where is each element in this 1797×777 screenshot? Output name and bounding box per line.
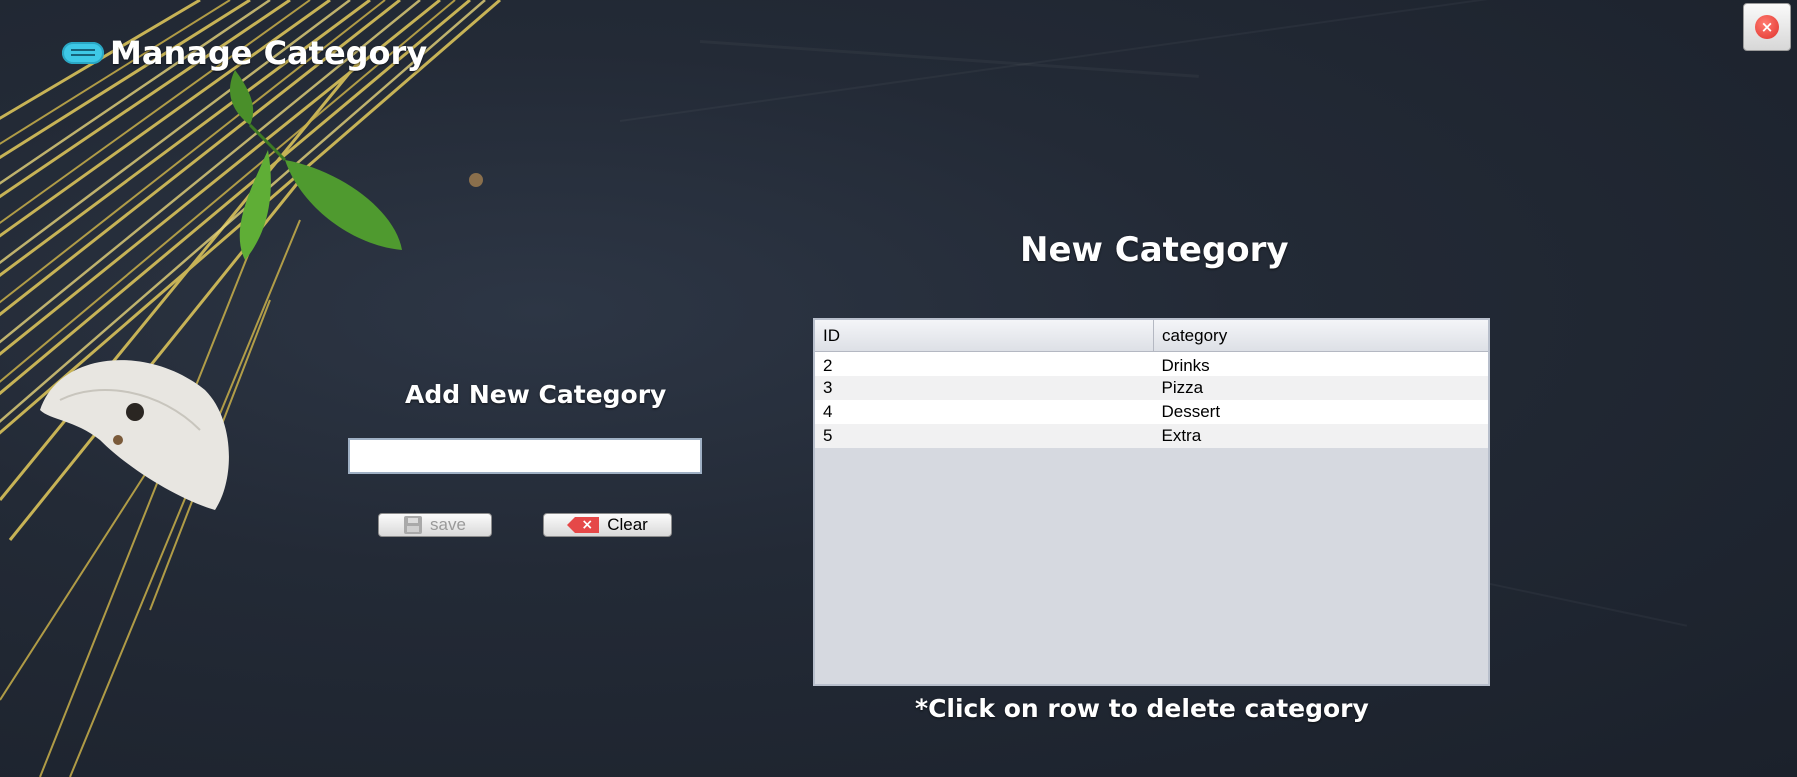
table-cell-category: Drinks	[1153, 351, 1488, 376]
message-bubble-icon	[62, 42, 104, 64]
clear-button[interactable]: Clear	[543, 513, 672, 537]
close-button[interactable]: ×	[1743, 3, 1791, 51]
table-header-row: ID category	[815, 320, 1488, 352]
delete-hint-text: *Click on row to delete category	[915, 694, 1369, 723]
table-cell-category: Extra	[1153, 424, 1488, 448]
save-button[interactable]: save	[378, 513, 492, 537]
table-row[interactable]: 4 Dessert	[815, 400, 1488, 424]
table-cell-category: Pizza	[1153, 376, 1488, 400]
table-cell-category: Dessert	[1153, 400, 1488, 424]
floppy-disk-icon	[404, 516, 423, 534]
window-title-text: Manage Category	[110, 34, 428, 72]
table-cell-id: 2	[815, 351, 1154, 376]
close-circle-icon: ×	[1755, 15, 1779, 39]
background-texture	[619, 0, 1512, 122]
table-row[interactable]: 3 Pizza	[815, 376, 1488, 400]
category-table: ID category 2 Drinks 3 Pizza 4 Dessert 5…	[815, 320, 1488, 448]
background-texture	[699, 40, 1199, 78]
column-header-id[interactable]: ID	[815, 320, 1154, 352]
column-header-category[interactable]: category	[1153, 320, 1488, 352]
category-name-input[interactable]	[348, 438, 702, 474]
table-row[interactable]: 5 Extra	[815, 424, 1488, 448]
add-category-heading: Add New Category	[405, 380, 667, 409]
table-cell-id: 3	[815, 376, 1154, 400]
window-title: Manage Category	[62, 34, 427, 72]
table-cell-id: 5	[815, 424, 1154, 448]
clear-button-label: Clear	[607, 515, 648, 534]
category-table-panel: ID category 2 Drinks 3 Pizza 4 Dessert 5…	[813, 318, 1490, 686]
table-cell-id: 4	[815, 400, 1154, 424]
table-heading: New Category	[1020, 230, 1289, 270]
eraser-icon	[567, 517, 600, 533]
save-button-label: save	[430, 515, 466, 534]
table-row[interactable]: 2 Drinks	[815, 351, 1488, 376]
